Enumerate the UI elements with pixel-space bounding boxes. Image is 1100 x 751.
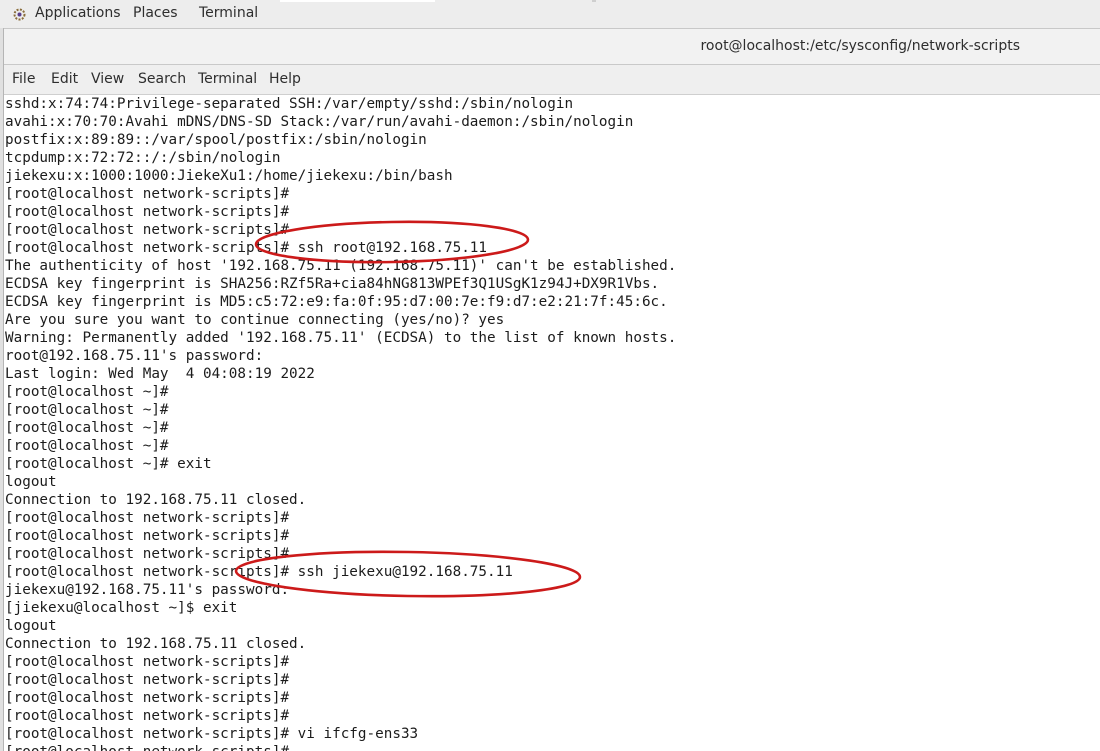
terminal-line: [root@localhost network-scripts]# ssh ro… bbox=[5, 240, 488, 256]
terminal-line: [root@localhost network-scripts]# bbox=[5, 222, 290, 238]
terminal-line: ECDSA key fingerprint is MD5:c5:72:e9:fa… bbox=[5, 294, 668, 310]
terminal-line: jiekexu:x:1000:1000:JiekeXu1:/home/jieke… bbox=[5, 168, 453, 184]
panel-highlight-small bbox=[592, 0, 596, 2]
terminal-line: The authenticity of host '192.168.75.11 … bbox=[5, 258, 677, 274]
menu-view[interactable]: View bbox=[91, 71, 124, 87]
terminal-line: [root@localhost ~]# bbox=[5, 438, 169, 454]
terminal-line: Last login: Wed May 4 04:08:19 2022 bbox=[5, 366, 315, 382]
menu-edit[interactable]: Edit bbox=[51, 71, 78, 87]
terminal-line: Connection to 192.168.75.11 closed. bbox=[5, 492, 307, 508]
terminal-line: Warning: Permanently added '192.168.75.1… bbox=[5, 330, 677, 346]
menu-terminal[interactable]: Terminal bbox=[198, 71, 257, 87]
top-panel: Applications Places Terminal bbox=[0, 0, 1100, 29]
terminal-line: root@192.168.75.11's password: bbox=[5, 348, 264, 364]
menu-bar: File Edit View Search Terminal Help bbox=[4, 65, 1100, 95]
terminal-line: [root@localhost network-scripts]# bbox=[5, 672, 290, 688]
terminal-line: jiekexu@192.168.75.11's password: bbox=[5, 582, 290, 598]
terminal-line: [root@localhost network-scripts]# bbox=[5, 546, 290, 562]
window-title: root@localhost:/etc/sysconfig/network-sc… bbox=[700, 38, 1020, 54]
terminal-line: [root@localhost network-scripts]# bbox=[5, 708, 290, 724]
terminal-app-menu[interactable]: Terminal bbox=[199, 5, 258, 21]
terminal-line: [root@localhost network-scripts]# bbox=[5, 654, 290, 670]
terminal-line: logout bbox=[5, 474, 57, 490]
terminal-line: ECDSA key fingerprint is SHA256:RZf5Ra+c… bbox=[5, 276, 660, 292]
terminal-line: sshd:x:74:74:Privilege-separated SSH:/va… bbox=[5, 96, 574, 112]
menu-file[interactable]: File bbox=[12, 71, 35, 87]
terminal-line: [root@localhost ~]# exit bbox=[5, 456, 212, 472]
terminal-line: [root@localhost network-scripts]# bbox=[5, 186, 290, 202]
terminal-line: [root@localhost ~]# bbox=[5, 402, 169, 418]
window-titlebar[interactable]: root@localhost:/etc/sysconfig/network-sc… bbox=[4, 29, 1100, 65]
menu-help[interactable]: Help bbox=[269, 71, 301, 87]
terminal-line: Are you sure you want to continue connec… bbox=[5, 312, 505, 328]
terminal-area[interactable]: sshd:x:74:74:Privilege-separated SSH:/va… bbox=[4, 95, 1100, 751]
applications-menu[interactable]: Applications bbox=[35, 5, 121, 21]
applications-icon bbox=[13, 8, 26, 21]
terminal-line: [root@localhost network-scripts]# ssh ji… bbox=[5, 564, 513, 580]
terminal-line: postfix:x:89:89::/var/spool/postfix:/sbi… bbox=[5, 132, 427, 148]
terminal-line: [root@localhost network-scripts]# bbox=[5, 690, 290, 706]
terminal-line: [root@localhost ~]# bbox=[5, 384, 169, 400]
terminal-line: [root@localhost network-scripts]# bbox=[5, 528, 290, 544]
terminal-line: [root@localhost network-scripts]# bbox=[5, 743, 289, 751]
terminal-line: [root@localhost network-scripts]# bbox=[5, 204, 290, 220]
terminal-line: [root@localhost network-scripts]# bbox=[5, 510, 290, 526]
panel-highlight bbox=[280, 0, 435, 2]
terminal-line: [root@localhost ~]# bbox=[5, 420, 169, 436]
menu-search[interactable]: Search bbox=[138, 71, 186, 87]
terminal-line: tcpdump:x:72:72::/:/sbin/nologin bbox=[5, 150, 281, 166]
terminal-line: logout bbox=[5, 618, 57, 634]
places-menu[interactable]: Places bbox=[133, 5, 178, 21]
terminal-line: [jiekexu@localhost ~]$ exit bbox=[5, 600, 238, 616]
terminal-line: Connection to 192.168.75.11 closed. bbox=[5, 636, 307, 652]
terminal-line: [root@localhost network-scripts]# vi ifc… bbox=[5, 726, 419, 742]
terminal-line: avahi:x:70:70:Avahi mDNS/DNS-SD Stack:/v… bbox=[5, 114, 634, 130]
